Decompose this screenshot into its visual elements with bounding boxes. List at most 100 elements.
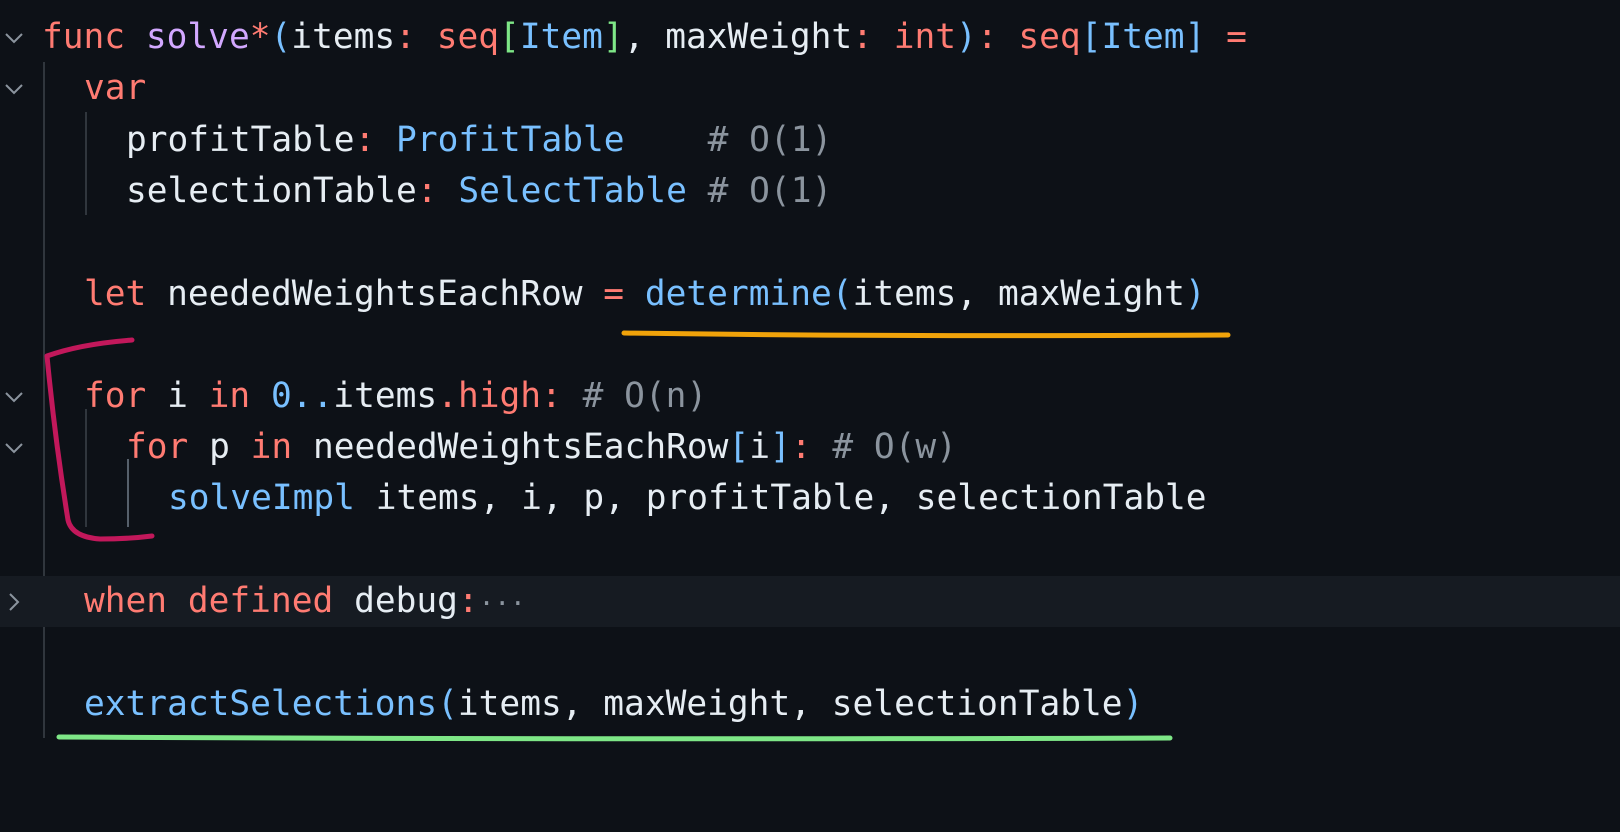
keyword: func xyxy=(42,17,126,57)
code-text: profitTable: ProfitTable # O(1) xyxy=(126,115,832,166)
identifier: debug xyxy=(354,581,458,621)
paren: ) xyxy=(1184,274,1206,314)
identifier: i xyxy=(749,427,770,467)
bracket: ] xyxy=(1184,17,1206,57)
code-text: when defined debug:··· xyxy=(84,576,526,630)
function-call: extractSelections xyxy=(84,684,438,724)
chevron-down-icon xyxy=(5,83,23,94)
code-line-when-defined[interactable]: when defined debug:··· xyxy=(0,576,1620,627)
comment: # O(1) xyxy=(707,171,833,211)
identifier: items xyxy=(333,376,438,416)
code-line-let[interactable]: let neededWeightsEachRow = determine(ite… xyxy=(0,269,1620,320)
code-text: var xyxy=(84,63,146,114)
code-text: let neededWeightsEachRow = determine(ite… xyxy=(84,269,1206,320)
paren: ( xyxy=(270,17,292,57)
param-name: items xyxy=(291,17,396,57)
function-name: solve xyxy=(145,17,250,57)
keyword: let xyxy=(84,274,147,314)
colon: : xyxy=(976,17,998,57)
var-name: p xyxy=(209,427,230,467)
fold-toggle[interactable] xyxy=(0,63,28,114)
function-call: solveImpl xyxy=(168,478,355,518)
keyword: for xyxy=(126,427,189,467)
type-name: Item xyxy=(519,17,603,57)
operator: = xyxy=(1226,17,1247,57)
comma: , xyxy=(623,17,666,57)
green-underline xyxy=(56,734,1173,742)
chevron-down-icon xyxy=(5,442,23,453)
identifier: neededWeightsEachRow xyxy=(312,427,729,467)
comment: # O(w) xyxy=(832,427,957,467)
code-line-selection-table[interactable]: selectionTable: SelectTable # O(1) xyxy=(0,166,1620,217)
type-name: SelectTable xyxy=(458,171,687,211)
fold-toggle[interactable] xyxy=(0,371,28,422)
type-keyword: int xyxy=(893,17,957,57)
chevron-right-icon xyxy=(9,592,20,611)
chevron-down-icon xyxy=(5,32,23,43)
keyword: defined xyxy=(187,581,334,621)
bracket: [ xyxy=(499,17,520,57)
param-name: maxWeight xyxy=(665,17,853,57)
fold-toggle[interactable] xyxy=(0,576,28,627)
code-text: selectionTable: SelectTable # O(1) xyxy=(126,166,832,217)
code-text: extractSelections(items, maxWeight, sele… xyxy=(84,679,1143,730)
bracket: ] xyxy=(602,17,624,57)
colon: : xyxy=(790,427,812,467)
code-text: solveImpl items, i, p, profitTable, sele… xyxy=(168,473,1207,524)
code-line-for-p[interactable]: for p in neededWeightsEachRow[i]: # O(w) xyxy=(0,422,1620,473)
code-editor[interactable]: func solve*(items: seq[Item], maxWeight:… xyxy=(0,0,1620,765)
type-name: ProfitTable xyxy=(396,120,625,160)
code-text: for i in 0..items.high: # O(n) xyxy=(84,371,707,422)
bracket: [ xyxy=(728,427,750,467)
paren: ( xyxy=(831,274,853,314)
fold-toggle[interactable] xyxy=(0,12,28,63)
code-line-var[interactable]: var xyxy=(0,63,1620,114)
arguments: items, maxWeight xyxy=(852,274,1185,314)
arguments: items, i, p, profitTable, selectionTable xyxy=(375,478,1207,518)
code-line-for-i[interactable]: for i in 0..items.high: # O(n) xyxy=(0,371,1620,422)
function-call: determine xyxy=(644,274,832,314)
paren: ) xyxy=(956,17,977,57)
code-text: func solve*(items: seq[Item], maxWeight:… xyxy=(42,12,1247,63)
orange-underline xyxy=(621,330,1231,339)
paren: ( xyxy=(437,684,458,724)
bracket: ] xyxy=(769,427,791,467)
property: high xyxy=(457,376,542,416)
arguments: items, maxWeight, selectionTable xyxy=(457,684,1123,724)
number: 0.. xyxy=(270,376,334,416)
paren: ) xyxy=(1122,684,1144,724)
type-name: Item xyxy=(1101,17,1185,57)
keyword: in xyxy=(250,427,293,467)
operator: = xyxy=(603,274,625,314)
type-keyword: seq xyxy=(436,17,500,57)
var-name: i xyxy=(167,376,188,416)
type-keyword: seq xyxy=(1018,17,1081,57)
var-name: neededWeightsEachRow xyxy=(167,274,583,314)
comment: # O(n) xyxy=(582,376,708,416)
comment: # O(1) xyxy=(707,120,833,160)
folded-ellipsis[interactable]: ··· xyxy=(479,589,526,619)
code-line-extract[interactable]: extractSelections(items, maxWeight, sele… xyxy=(0,679,1620,730)
code-line-solve-impl[interactable]: solveImpl items, i, p, profitTable, sele… xyxy=(0,473,1620,524)
bracket: [ xyxy=(1080,17,1102,57)
code-text: for p in neededWeightsEachRow[i]: # O(w) xyxy=(126,422,957,473)
chevron-down-icon xyxy=(5,391,23,402)
operator: . xyxy=(437,376,458,416)
colon: : xyxy=(416,171,438,211)
keyword: var xyxy=(84,68,147,108)
fold-toggle[interactable] xyxy=(0,422,28,473)
keyword: for xyxy=(84,376,147,416)
code-line-profit-table[interactable]: profitTable: ProfitTable # O(1) xyxy=(0,115,1620,166)
colon: : xyxy=(541,376,562,416)
colon: : xyxy=(457,581,479,621)
colon: : xyxy=(395,17,416,57)
keyword: in xyxy=(208,376,251,416)
colon: : xyxy=(354,120,376,160)
keyword: when xyxy=(84,581,168,621)
export-marker: * xyxy=(249,17,271,57)
colon: : xyxy=(852,17,873,57)
var-name: selectionTable xyxy=(126,171,417,211)
code-line-signature[interactable]: func solve*(items: seq[Item], maxWeight:… xyxy=(0,12,1620,63)
